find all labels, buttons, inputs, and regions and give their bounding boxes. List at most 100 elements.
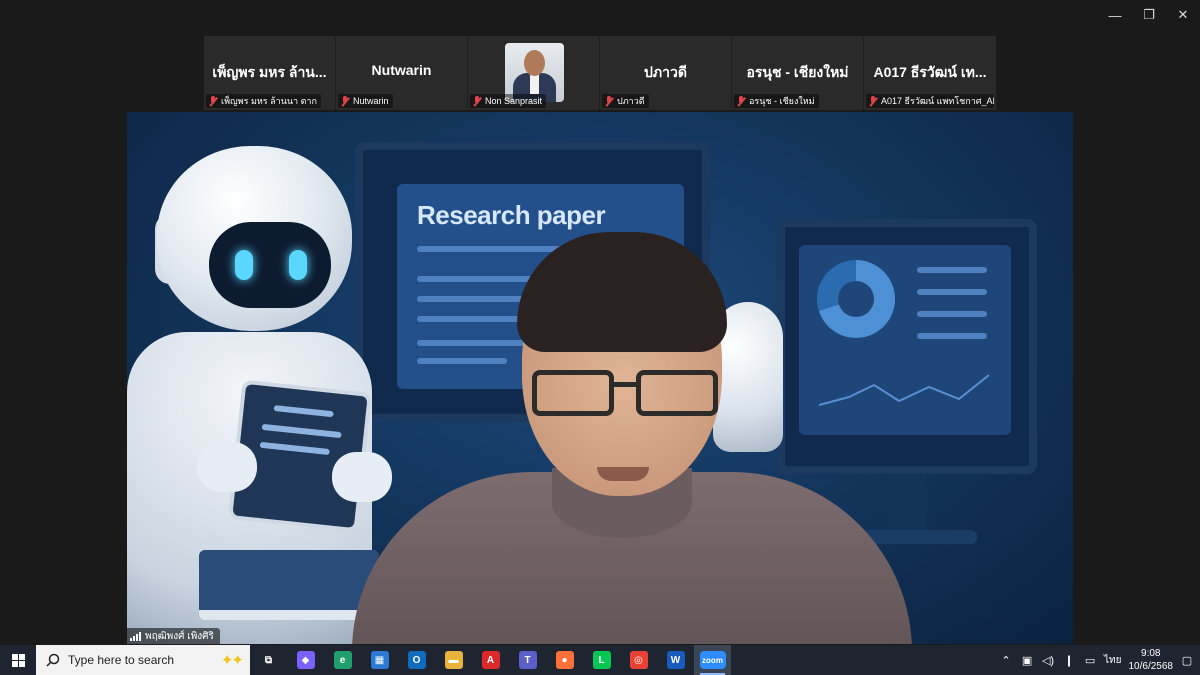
- taskbar-apps: ⧉ ◆ e ▦ O ▬ A T ● L ◎ Wzoom: [250, 645, 731, 675]
- speaker-mouth: [597, 467, 649, 481]
- participant-label: Nutwarin: [338, 94, 393, 108]
- screen-line: [917, 289, 987, 295]
- tablet-line: [259, 441, 330, 456]
- taskbar-app-button[interactable]: O: [398, 645, 435, 675]
- screen-line: [417, 358, 507, 364]
- participant-tile[interactable]: Non Sanprasit: [468, 36, 600, 110]
- close-button[interactable]: ✕: [1166, 0, 1200, 30]
- connection-signal-icon: [130, 631, 141, 641]
- restore-button[interactable]: ❐: [1132, 0, 1166, 30]
- mic-muted-icon: [340, 95, 350, 107]
- active-speaker-video[interactable]: Research paper พฤฒิพงศ์ เพิงศิริ: [127, 112, 1073, 644]
- participant-tile[interactable]: ปภาวดี ปภาวดี: [600, 36, 732, 110]
- speaker-glasses: [532, 370, 718, 420]
- file-explorer-icon: ▬: [444, 651, 463, 669]
- line-icon: L: [592, 651, 611, 669]
- outlook-icon: O: [407, 651, 426, 669]
- avatar-shirt: [530, 74, 539, 94]
- teams-icon: T: [518, 651, 537, 669]
- dashboard-screen: [799, 245, 1011, 435]
- taskbar-app-button[interactable]: ◎: [620, 645, 657, 675]
- taskbar-app-button[interactable]: ◆: [287, 645, 324, 675]
- chrome-icon: ◎: [629, 651, 648, 669]
- language-indicator[interactable]: ไทย: [1104, 653, 1121, 668]
- participant-label-text: Non Sanprasit: [485, 96, 543, 106]
- active-speaker-label: พฤฒิพงศ์ เพิงศิริ: [127, 628, 220, 644]
- windows-taskbar: Type here to search ✦✦ ⧉ ◆ e ▦ O ▬ A T ● L ◎ Wzoom …: [0, 645, 1200, 675]
- robot-hand: [332, 452, 392, 502]
- avatar-head: [524, 50, 545, 76]
- monitor-stand: [887, 474, 927, 534]
- background-monitor-right: [777, 219, 1037, 474]
- participant-tile[interactable]: A017 ธีรวัฒน์ เท... A017 ธีรวัฒน์ แพทโชก…: [864, 36, 996, 110]
- participant-name: A017 ธีรวัฒน์ เท...: [873, 64, 987, 80]
- clock-date: 10/6/2568: [1128, 661, 1174, 672]
- notifications-icon[interactable]: ▢: [1180, 653, 1194, 667]
- mic-muted-icon: [868, 95, 878, 107]
- taskbar-app-button[interactable]: ●: [546, 645, 583, 675]
- robot-face: [209, 222, 331, 308]
- search-placeholder: Type here to search: [68, 653, 175, 667]
- chevron-up-icon[interactable]: ⌃: [999, 653, 1013, 667]
- glasses-lens: [532, 370, 614, 416]
- taskbar-app-button[interactable]: zoom: [694, 645, 731, 675]
- background-screen-title: Research paper: [417, 200, 606, 230]
- donut-chart-icon: [817, 260, 895, 338]
- mic-muted-icon: [472, 95, 482, 107]
- screen-line: [917, 311, 987, 317]
- participant-name: เพ็ญพร มหร ล้าน...: [212, 64, 327, 80]
- store-icon: ▦: [370, 651, 389, 669]
- participant-label-text: ปภาวดี: [617, 96, 645, 106]
- taskbar-app-button[interactable]: L: [583, 645, 620, 675]
- participant-label-text: เพ็ญพร มหร ล้านนา ตาก: [221, 96, 317, 106]
- participant-label-text: A017 ธีรวัฒน์ แพทโชกาศ_AI...: [881, 96, 994, 106]
- participant-strip: เพ็ญพร มหร ล้าน... เพ็ญพร มหร ล้านนา ตาก…: [204, 36, 996, 110]
- participant-tile[interactable]: Nutwarin Nutwarin: [336, 36, 468, 110]
- robot-hand: [197, 442, 257, 492]
- window-controls: — ❐ ✕: [1098, 0, 1200, 30]
- glasses-lens: [636, 370, 718, 416]
- mic-muted-icon: [736, 95, 746, 107]
- word-icon: W: [666, 651, 685, 669]
- participant-tile[interactable]: อรนุช - เชียงใหม่ อรนุช - เชียงใหม่: [732, 36, 864, 110]
- minimize-button[interactable]: —: [1098, 0, 1132, 30]
- taskbar-app-button[interactable]: ▦: [361, 645, 398, 675]
- participant-label-text: Nutwarin: [353, 96, 389, 106]
- firefox-icon: ●: [555, 651, 574, 669]
- taskbar-app-button[interactable]: e: [324, 645, 361, 675]
- mic-muted-icon: [604, 95, 614, 107]
- network-icon[interactable]: ▭: [1083, 653, 1097, 667]
- participant-name: อรนุช - เชียงใหม่: [746, 64, 849, 80]
- tablet-line: [261, 423, 342, 439]
- robot-eye: [289, 250, 307, 280]
- taskbar-app-button[interactable]: ▬: [435, 645, 472, 675]
- participant-label: เพ็ญพร มหร ล้านนา ตาก: [206, 94, 321, 108]
- acrobat-icon: A: [481, 651, 500, 669]
- clock-time: 9:08: [1141, 648, 1161, 659]
- robot-eye: [235, 250, 253, 280]
- participant-name: ปภาวดี: [644, 64, 687, 80]
- line-graph-icon: [819, 374, 990, 406]
- taskbar-app-button[interactable]: ⧉: [250, 645, 287, 675]
- start-button[interactable]: [0, 645, 36, 675]
- taskbar-app-button[interactable]: A: [472, 645, 509, 675]
- participant-label: ปภาวดี: [602, 94, 649, 108]
- glasses-bridge: [614, 382, 636, 387]
- speaker-volume-icon[interactable]: ◁): [1041, 653, 1055, 667]
- taskbar-app-button[interactable]: W: [657, 645, 694, 675]
- camera-icon[interactable]: ▣: [1020, 653, 1034, 667]
- sparkle-icon: ✦✦: [220, 652, 244, 669]
- taskbar-search-box[interactable]: Type here to search ✦✦: [36, 645, 250, 675]
- mic-muted-icon: [208, 95, 218, 107]
- screen-line: [917, 267, 987, 273]
- participant-name: Nutwarin: [371, 62, 432, 78]
- microphone-icon[interactable]: ❙: [1062, 653, 1076, 667]
- search-icon: [46, 653, 60, 667]
- clock[interactable]: 9:08 10/6/2568: [1129, 647, 1174, 673]
- windows-logo-icon: [11, 653, 25, 667]
- taskbar-app-button[interactable]: T: [509, 645, 546, 675]
- participant-label: A017 ธีรวัฒน์ แพทโชกาศ_AI...: [866, 94, 994, 108]
- participant-tile[interactable]: เพ็ญพร มหร ล้าน... เพ็ญพร มหร ล้านนา ตาก: [204, 36, 336, 110]
- edge-icon: e: [333, 651, 352, 669]
- screen-line: [917, 333, 987, 339]
